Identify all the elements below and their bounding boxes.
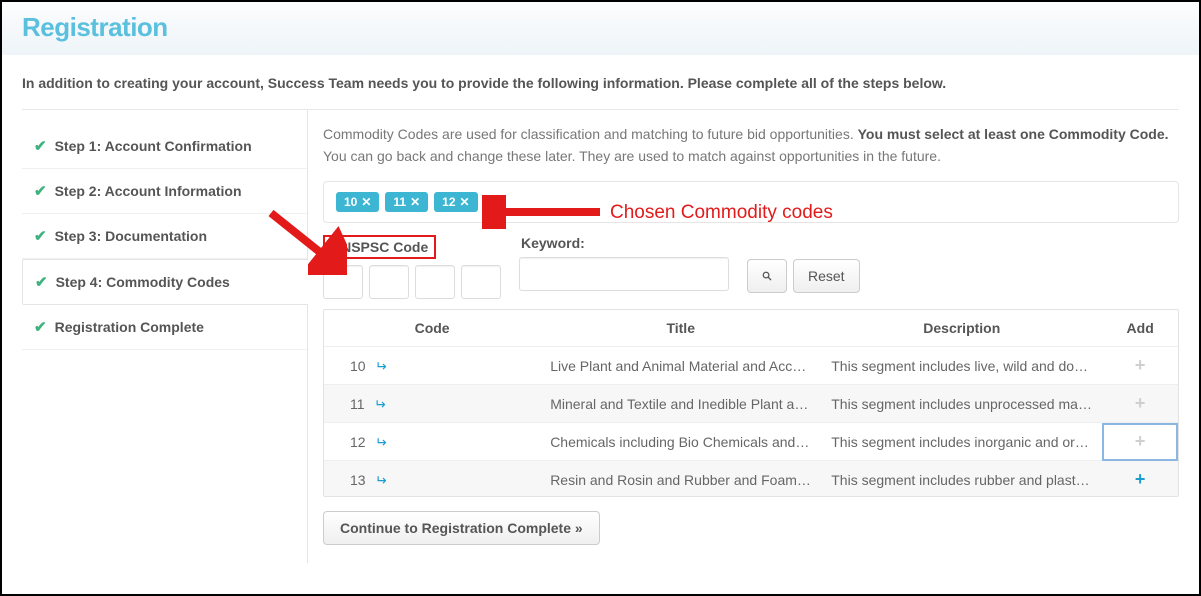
plus-icon: + bbox=[1135, 393, 1146, 413]
cell-description: This segment includes inorganic and orga… bbox=[821, 423, 1102, 461]
keyword-input[interactable] bbox=[519, 257, 729, 291]
step-label: Step 2: Account Information bbox=[55, 183, 242, 199]
sidebar-step-4[interactable]: ✔ Step 4: Commodity Codes bbox=[22, 259, 308, 305]
plus-icon: + bbox=[1135, 431, 1146, 451]
table-row[interactable]: 11 ↵Mineral and Textile and Inedible Pla… bbox=[324, 385, 1178, 423]
chosen-tag[interactable]: 11 ✕ bbox=[385, 192, 428, 212]
cell-code: 12 ↵ bbox=[324, 423, 540, 461]
cell-code: 11 ↵ bbox=[324, 385, 540, 423]
step-label: Registration Complete bbox=[55, 319, 204, 335]
steps-sidebar: ✔ Step 1: Account Confirmation ✔ Step 2:… bbox=[2, 110, 307, 563]
expand-icon[interactable]: ↵ bbox=[375, 435, 387, 449]
intro-text: In addition to creating your account, Su… bbox=[2, 55, 1199, 109]
unspsc-segment-2[interactable] bbox=[369, 265, 409, 299]
plus-icon: + bbox=[1135, 355, 1146, 375]
table-row[interactable]: 10 ↵Live Plant and Animal Material and A… bbox=[324, 347, 1178, 385]
cell-code: 10 ↵ bbox=[324, 347, 540, 385]
annotation-text: Chosen Commodity codes bbox=[610, 202, 833, 224]
col-title: Title bbox=[540, 310, 821, 347]
add-button[interactable]: + bbox=[1102, 347, 1178, 385]
check-icon: ✔ bbox=[34, 139, 47, 154]
cell-description: This segment includes rubber and plastic… bbox=[821, 461, 1102, 498]
cell-description: This segment includes unprocessed materi… bbox=[821, 385, 1102, 423]
sidebar-step-2[interactable]: ✔ Step 2: Account Information bbox=[22, 169, 307, 214]
unspsc-code-label: UNSPSC Code bbox=[323, 235, 436, 259]
col-description: Description bbox=[821, 310, 1102, 347]
chosen-tag[interactable]: 12 ✕ bbox=[434, 192, 477, 212]
hint-text: Commodity Codes are used for classificat… bbox=[323, 124, 1179, 167]
sidebar-step-complete[interactable]: ✔ Registration Complete bbox=[22, 305, 307, 350]
step-label: Step 3: Documentation bbox=[55, 228, 207, 244]
unspsc-segment-1[interactable] bbox=[323, 265, 363, 299]
chosen-tag[interactable]: 10 ✕ bbox=[336, 192, 379, 212]
check-icon: ✔ bbox=[34, 184, 47, 199]
check-icon: ✔ bbox=[34, 229, 47, 244]
continue-button[interactable]: Continue to Registration Complete » bbox=[323, 511, 600, 545]
remove-icon[interactable]: ✕ bbox=[460, 196, 470, 208]
remove-icon[interactable]: ✕ bbox=[410, 196, 420, 208]
col-code: Code bbox=[324, 310, 540, 347]
reset-button[interactable]: Reset bbox=[793, 259, 860, 293]
sidebar-step-1[interactable]: ✔ Step 1: Account Confirmation bbox=[22, 124, 307, 169]
cell-title: Resin and Rosin and Rubber and Foam and … bbox=[540, 461, 821, 498]
table-row[interactable]: 12 ↵Chemicals including Bio Chemicals an… bbox=[324, 423, 1178, 461]
table-row[interactable]: 13 ↵Resin and Rosin and Rubber and Foam … bbox=[324, 461, 1178, 498]
keyword-label: Keyword: bbox=[519, 235, 729, 251]
unspsc-segment-3[interactable] bbox=[415, 265, 455, 299]
cell-title: Mineral and Textile and Inedible Plant a… bbox=[540, 385, 821, 423]
check-icon: ✔ bbox=[35, 275, 48, 290]
unspsc-segment-4[interactable] bbox=[461, 265, 501, 299]
cell-code: 13 ↵ bbox=[324, 461, 540, 498]
commodity-table[interactable]: Code Title Description Add 10 ↵Live Plan… bbox=[323, 309, 1179, 497]
add-button[interactable]: + bbox=[1102, 423, 1178, 461]
check-icon: ✔ bbox=[34, 320, 47, 335]
expand-icon[interactable]: ↵ bbox=[375, 473, 387, 487]
cell-description: This segment includes live, wild and dom… bbox=[821, 347, 1102, 385]
add-button[interactable]: + bbox=[1102, 385, 1178, 423]
sidebar-step-3[interactable]: ✔ Step 3: Documentation bbox=[22, 214, 307, 259]
step-label: Step 4: Commodity Codes bbox=[56, 274, 230, 290]
add-button[interactable]: + bbox=[1102, 461, 1178, 498]
page-title: Registration bbox=[22, 12, 1179, 43]
search-icon bbox=[762, 269, 772, 283]
plus-icon: + bbox=[1135, 469, 1146, 489]
search-button[interactable] bbox=[747, 259, 787, 293]
expand-icon[interactable]: ↵ bbox=[375, 359, 387, 373]
expand-icon[interactable]: ↵ bbox=[374, 397, 386, 411]
cell-title: Chemicals including Bio Chemicals and Ga… bbox=[540, 423, 821, 461]
step-label: Step 1: Account Confirmation bbox=[55, 138, 252, 154]
cell-title: Live Plant and Animal Material and Acces… bbox=[540, 347, 821, 385]
remove-icon[interactable]: ✕ bbox=[361, 196, 371, 208]
col-add: Add bbox=[1102, 310, 1178, 347]
